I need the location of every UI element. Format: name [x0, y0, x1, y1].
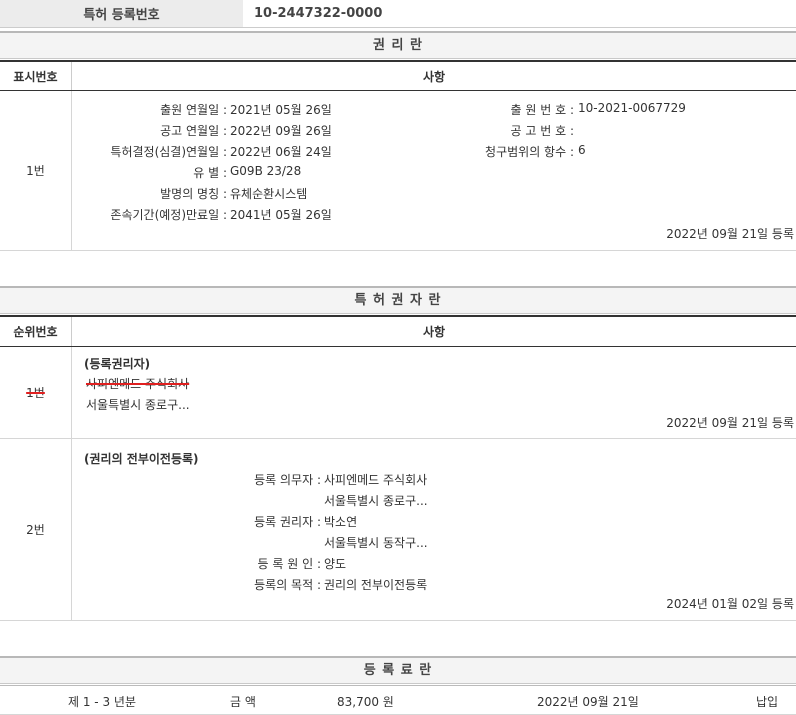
holder-row-1: 1번 (등록권리자) 사피엔메드 주식회사 서울특별시 종로구... 2022년… — [0, 347, 796, 439]
field-value: 10-2021-0067729 — [578, 101, 686, 115]
holders-section-title: 특 허 권 자 란 — [0, 286, 796, 314]
holder-heading: (등록권리자) — [84, 357, 151, 371]
field-value: 권리의 전부이전등록 — [324, 578, 428, 592]
fee-row: 제 1 - 3 년분 금 액 83,700 원 2022년 09월 21일 납입 — [0, 685, 796, 715]
reg-number-value: 10-2447322-0000 — [254, 6, 383, 21]
field-value: 서울특별시 종로구... — [324, 494, 428, 508]
fee-date: 2022년 09월 21일 — [537, 695, 639, 709]
col-rank-number: 순위번호 — [0, 317, 72, 346]
field-label: 발명의 명칭 : — [160, 187, 227, 201]
holders-column-header: 순위번호 사항 — [0, 315, 796, 347]
row-number: 2번 — [0, 439, 72, 620]
field-value: 2041년 05월 26일 — [230, 208, 332, 222]
field-value: 2022년 06월 24일 — [230, 145, 332, 159]
field-value: 양도 — [324, 557, 347, 571]
field-value: 박소연 — [324, 515, 358, 529]
registration-date: 2024년 01월 02일 등록 — [666, 597, 794, 611]
holder-address: 서울특별시 종로구... — [86, 398, 190, 412]
field-label: 유 별 : — [193, 166, 227, 180]
field-value: 서울특별시 동작구... — [324, 536, 428, 550]
registration-date: 2022년 09월 21일 등록 — [666, 227, 794, 241]
field-value: G09B 23/28 — [230, 164, 302, 178]
field-label: 출원 연월일 : — [160, 103, 227, 117]
field-label: 공고 연월일 : — [160, 124, 227, 138]
field-label: 등 록 원 인 : — [257, 557, 321, 571]
registration-date: 2022년 09월 21일 등록 — [666, 416, 794, 430]
rights-column-header: 표시번호 사항 — [0, 60, 796, 91]
field-label: 존속기간(예정)만료일 : — [110, 208, 227, 222]
fees-section-title: 등 록 료 란 — [0, 656, 796, 684]
col-display-number: 표시번호 — [0, 62, 72, 90]
fee-amount: 83,700 원 — [337, 695, 394, 709]
field-value: 사피엔메드 주식회사 — [324, 473, 428, 487]
fee-amount-label: 금 액 — [230, 695, 256, 709]
rights-row: 1번 출원 연월일 : 2021년 05월 26일 공고 연월일 : 2022년… — [0, 91, 796, 251]
fee-status: 납입 — [756, 695, 779, 709]
field-label: 청구범위의 항수 : — [485, 145, 574, 159]
field-label: 공 고 번 호 : — [510, 124, 574, 138]
col-details: 사항 — [422, 325, 446, 339]
rights-section-title: 권 리 란 — [0, 31, 796, 59]
row-number: 1번 — [0, 91, 72, 250]
fee-period: 제 1 - 3 년분 — [68, 695, 136, 709]
field-value: 유체순환시스템 — [230, 187, 308, 201]
col-details: 사항 — [422, 69, 446, 84]
field-label: 등록 의무자 : — [254, 473, 321, 487]
reg-number-label: 특허 등록번호 — [0, 0, 243, 27]
field-label: 등록 권리자 : — [254, 515, 321, 529]
field-label: 등록의 목적 : — [254, 578, 321, 592]
reg-number-bar: 특허 등록번호 10-2447322-0000 — [0, 0, 796, 28]
holder-heading: (권리의 전부이전등록) — [84, 452, 199, 466]
field-value: 2022년 09월 26일 — [230, 124, 332, 138]
field-label: 출 원 번 호 : — [510, 103, 574, 117]
holder-row-2: 2번 (권리의 전부이전등록) 등록 의무자 : 사피엔메드 주식회사 서울특별… — [0, 439, 796, 621]
field-label: 특허결정(심결)연월일 : — [110, 145, 227, 159]
field-value: 2021년 05월 26일 — [230, 103, 332, 117]
holder-name: 사피엔메드 주식회사 — [86, 377, 190, 391]
field-value: 6 — [578, 143, 586, 157]
row-number: 1번 — [0, 347, 72, 438]
